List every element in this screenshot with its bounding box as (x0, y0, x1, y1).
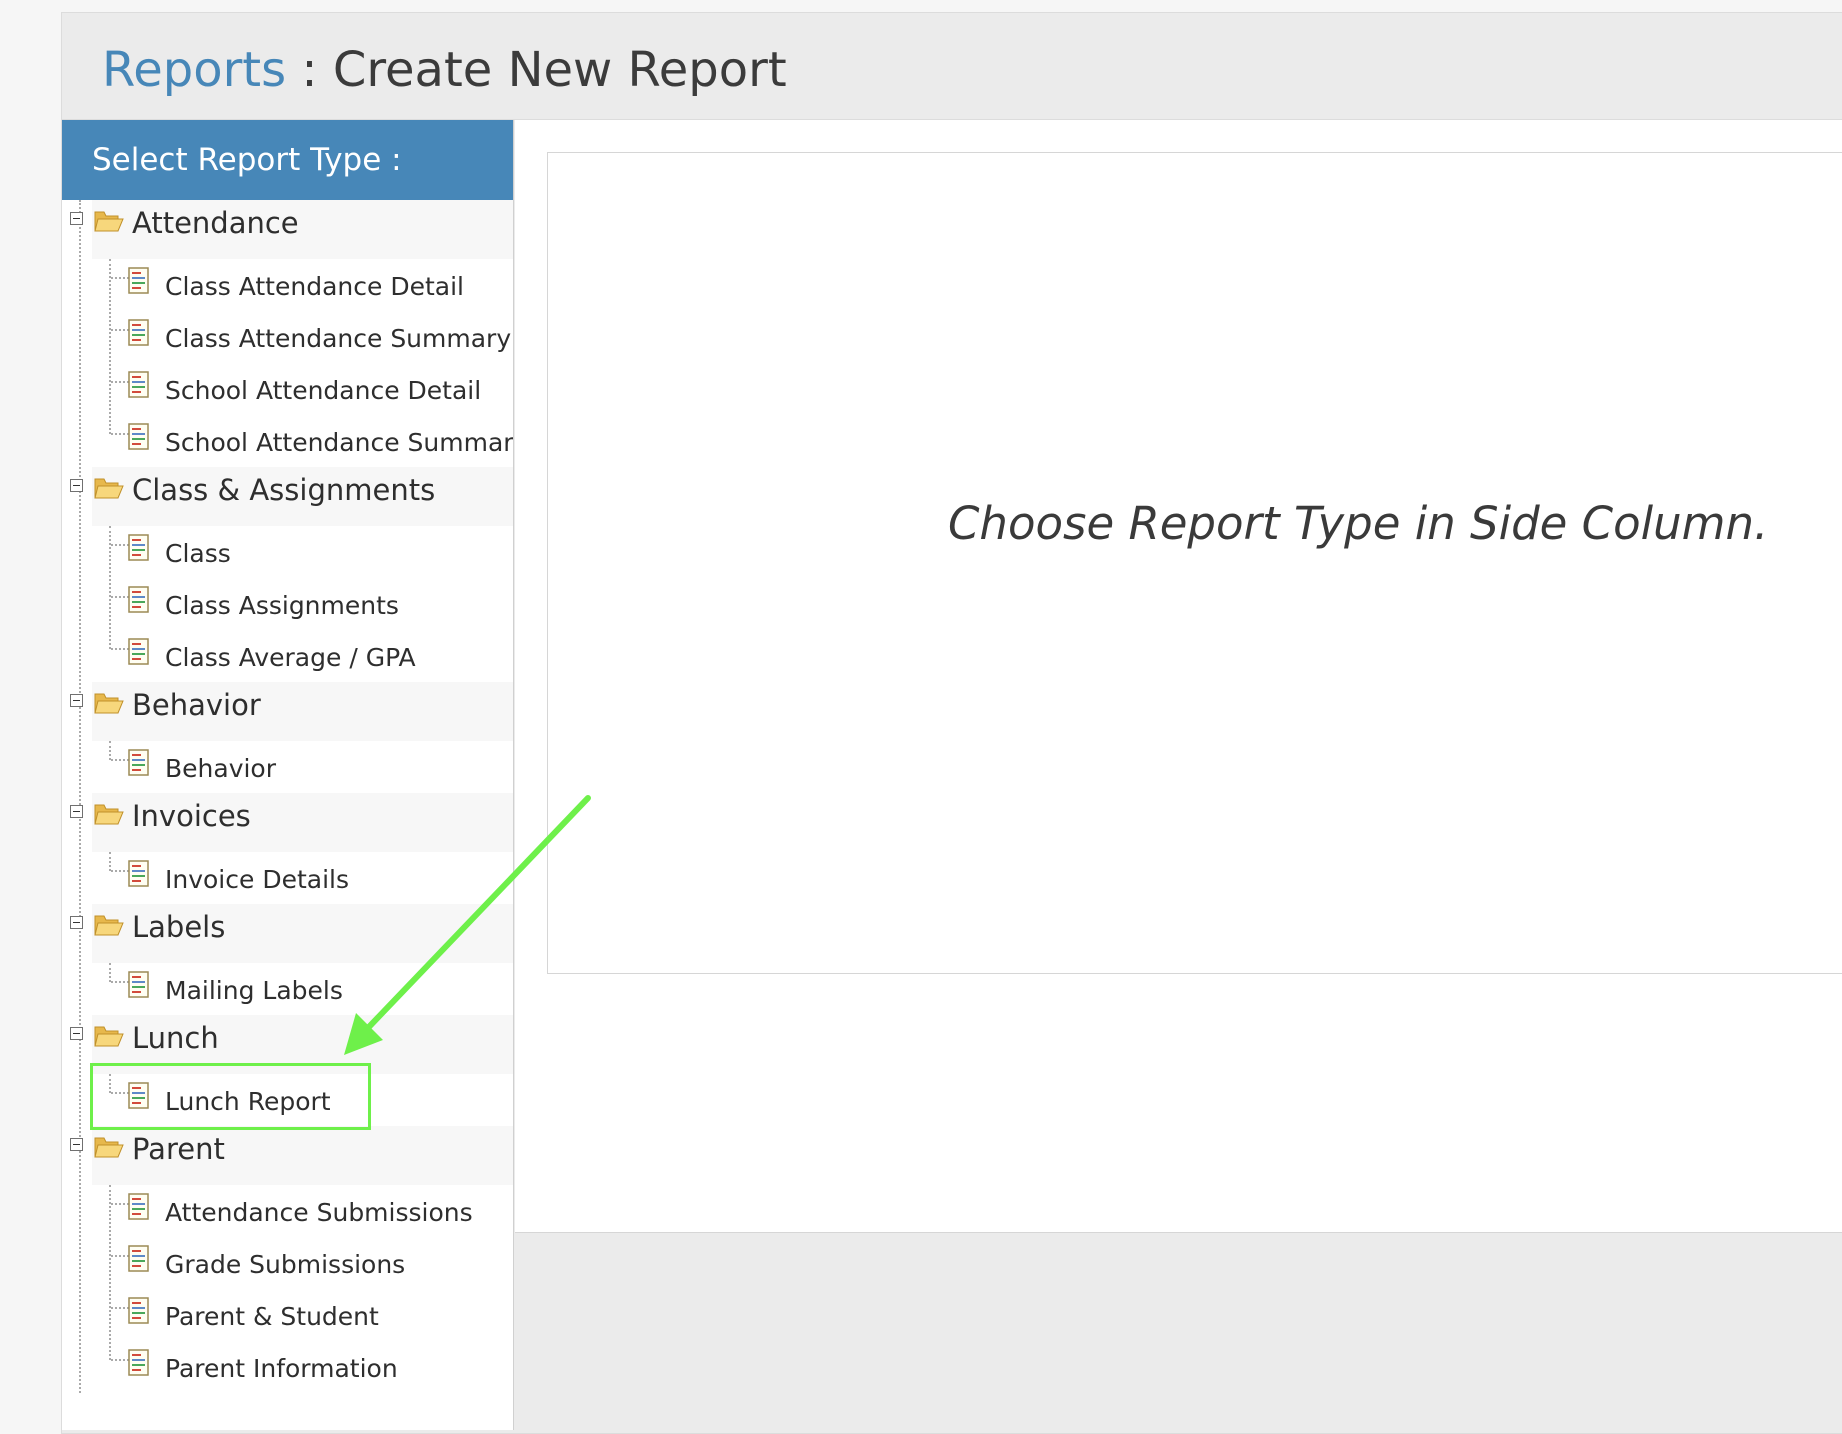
collapse-minus-icon[interactable] (70, 479, 83, 492)
report-type-tree: Attendance Class Attendance Detail Class A… (62, 200, 513, 1393)
report-item[interactable]: Lunch Report (62, 1074, 513, 1126)
report-output-panel: Choose Report Type in Side Column. (547, 152, 1842, 974)
report-type-sidebar: Select Report Type : Attendance Class Att… (62, 120, 514, 1430)
folder-open-icon (94, 804, 124, 825)
category-row[interactable]: Lunch (70, 1015, 513, 1074)
report-label: Lunch Report (165, 1087, 331, 1116)
report-label: Class Assignments (165, 591, 399, 620)
report-item[interactable]: Class (62, 526, 513, 578)
collapse-minus-icon[interactable] (70, 694, 83, 707)
report-label: Attendance Submissions (165, 1198, 473, 1227)
category-row[interactable]: Labels (70, 904, 513, 963)
report-label: Class Average / GPA (165, 643, 416, 672)
report-category: Invoices Invoice Details (62, 793, 513, 904)
report-item[interactable]: Class Attendance Summary (62, 311, 513, 363)
report-list: Behavior (62, 741, 513, 793)
report-label: School Attendance Detail (165, 376, 482, 405)
report-label: Parent Information (165, 1354, 398, 1383)
report-item[interactable]: Attendance Submissions (62, 1185, 513, 1237)
report-label: Class Attendance Detail (165, 272, 464, 301)
folder-open-icon (94, 693, 124, 714)
report-item[interactable]: Invoice Details (62, 852, 513, 904)
category-label: Invoices (132, 799, 251, 833)
report-category: Labels Mailing Labels (62, 904, 513, 1015)
report-document-icon (128, 971, 149, 998)
report-category: Attendance Class Attendance Detail Class A… (62, 200, 513, 467)
folder-open-icon (94, 1137, 124, 1158)
category-label: Lunch (132, 1021, 219, 1055)
folder-open-icon (94, 211, 124, 232)
empty-state-message: Choose Report Type in Side Column. (948, 497, 1769, 550)
report-list: Mailing Labels (62, 963, 513, 1015)
collapse-minus-icon[interactable] (70, 916, 83, 929)
report-list: Class Attendance Detail Class Attendance … (62, 259, 513, 467)
report-list: Lunch Report (62, 1074, 513, 1126)
collapse-minus-icon[interactable] (70, 805, 83, 818)
collapse-minus-icon[interactable] (70, 1138, 83, 1151)
report-list: Invoice Details (62, 852, 513, 904)
report-category: Parent Attendance Submissions Grade Submis… (62, 1126, 513, 1393)
folder-open-icon (94, 478, 124, 499)
report-document-icon (128, 860, 149, 887)
report-category: Lunch Lunch Report (62, 1015, 513, 1126)
app-frame: Reports : Create New Report Select Repor… (61, 12, 1842, 1434)
report-label: Mailing Labels (165, 976, 343, 1005)
sidebar-heading: Select Report Type : (62, 120, 513, 200)
report-category: Class & Assignments Class Class Assignment… (62, 467, 513, 682)
category-label: Attendance (132, 206, 299, 240)
report-item[interactable]: Class Assignments (62, 578, 513, 630)
report-item[interactable]: Class Average / GPA (62, 630, 513, 682)
category-row[interactable]: Attendance (70, 200, 513, 259)
report-list: Class Class Assignments Class Average / GP… (62, 526, 513, 682)
report-item[interactable]: Parent & Student (62, 1289, 513, 1341)
breadcrumb-reports-link[interactable]: Reports (102, 42, 286, 98)
folder-open-icon (94, 915, 124, 936)
report-document-icon (128, 319, 149, 346)
report-document-icon (128, 423, 149, 450)
report-item[interactable]: Mailing Labels (62, 963, 513, 1015)
report-item[interactable]: Parent Information (62, 1341, 513, 1393)
page-header: Reports : Create New Report (62, 13, 1842, 120)
category-row[interactable]: Class & Assignments (70, 467, 513, 526)
category-label: Class & Assignments (132, 473, 436, 507)
category-label: Behavior (132, 688, 261, 722)
page-title: Reports : Create New Report (102, 39, 787, 101)
category-row[interactable]: Invoices (70, 793, 513, 852)
report-label: Class (165, 539, 231, 568)
report-document-icon (128, 638, 149, 665)
report-document-icon (128, 371, 149, 398)
category-label: Labels (132, 910, 226, 944)
collapse-minus-icon[interactable] (70, 212, 83, 225)
report-label: School Attendance Summary (165, 428, 514, 457)
report-document-icon (128, 534, 149, 561)
report-label: Grade Submissions (165, 1250, 406, 1279)
main-content: Choose Report Type in Side Column. (515, 120, 1842, 1233)
report-item[interactable]: School Attendance Detail (62, 363, 513, 415)
report-item[interactable]: Class Attendance Detail (62, 259, 513, 311)
report-document-icon (128, 1349, 149, 1376)
report-item[interactable]: School Attendance Summary (62, 415, 513, 467)
report-item[interactable]: Grade Submissions (62, 1237, 513, 1289)
breadcrumb-separator: : (286, 42, 333, 98)
report-document-icon (128, 267, 149, 294)
report-document-icon (128, 749, 149, 776)
report-document-icon (128, 586, 149, 613)
report-document-icon (128, 1082, 149, 1109)
report-list: Attendance Submissions Grade Submissions P… (62, 1185, 513, 1393)
report-label: Parent & Student (165, 1302, 379, 1331)
report-document-icon (128, 1245, 149, 1272)
category-row[interactable]: Parent (70, 1126, 513, 1185)
report-label: Behavior (165, 754, 277, 783)
page-title-text: Create New Report (332, 42, 787, 98)
report-document-icon (128, 1297, 149, 1324)
category-label: Parent (132, 1132, 225, 1166)
report-document-icon (128, 1193, 149, 1220)
report-item[interactable]: Behavior (62, 741, 513, 793)
collapse-minus-icon[interactable] (70, 1027, 83, 1040)
category-row[interactable]: Behavior (70, 682, 513, 741)
report-category: Behavior Behavior (62, 682, 513, 793)
folder-open-icon (94, 1026, 124, 1047)
report-label: Invoice Details (165, 865, 349, 894)
report-label: Class Attendance Summary (165, 324, 512, 353)
